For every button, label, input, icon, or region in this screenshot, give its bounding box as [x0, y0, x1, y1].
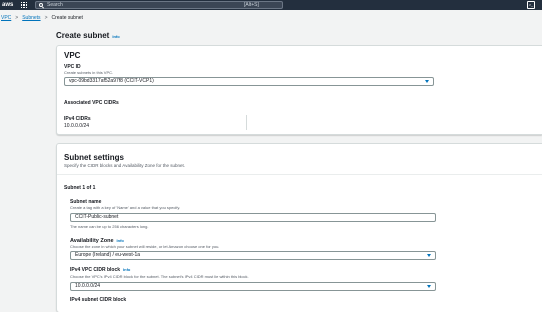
subnet-index: Subnet 1 of 1 [64, 185, 96, 191]
az-info-link[interactable]: Info [117, 238, 124, 243]
az-desc: Choose the zone in which your subnet wil… [70, 244, 220, 249]
subnet-settings-heading: Subnet settings [64, 153, 125, 162]
top-nav-bar: aws Search [Alt+S] >_ [0, 0, 542, 10]
info-link[interactable]: Info [112, 34, 119, 39]
divider [246, 115, 247, 130]
vpc-cidr-select[interactable]: 10.0.0.0/24 [70, 282, 436, 291]
vpc-id-desc: Create subnets in this VPC. [64, 70, 114, 75]
vpc-panel: VPC VPC ID Create subnets in this VPC. v… [56, 45, 542, 135]
vpc-id-value: vpc-09bd3317af52a97f8 (CCIT-VCP1) [69, 78, 154, 84]
ipv4-cidrs-value: 10.0.0.0/24 [64, 123, 90, 129]
aws-logo[interactable]: aws [2, 1, 13, 9]
terminal-icon[interactable]: >_ [527, 1, 535, 9]
assoc-cidrs-label: Associated VPC CIDRs [64, 100, 119, 106]
breadcrumb: VPC > Subnets > Create subnet [1, 14, 83, 22]
subnet-settings-panel: Subnet settings Specify the CIDR blocks … [56, 143, 542, 312]
subnet-name-value: CCIT-Public-subnet [75, 214, 119, 220]
breadcrumb-subnets[interactable]: Subnets [22, 15, 40, 21]
breadcrumb-vpc[interactable]: VPC [1, 15, 11, 21]
page-title-text: Create subnet [56, 31, 110, 40]
vpc-id-select[interactable]: vpc-09bd3317af52a97f8 (CCIT-VCP1) [64, 77, 434, 86]
vpc-heading: VPC [64, 51, 81, 60]
caret-down-icon [427, 285, 431, 288]
page-title: Create subnet Info [56, 31, 120, 42]
search-shortcut: [Alt+S] [244, 2, 259, 8]
grid-icon[interactable] [21, 2, 27, 8]
chevron-right-icon: > [44, 15, 48, 21]
search-placeholder: Search [47, 2, 63, 8]
caret-down-icon [425, 80, 429, 83]
search-input[interactable]: Search [Alt+S] [35, 1, 283, 9]
subnet-name-desc: Create a tag with a key of 'Name' and a … [70, 205, 181, 210]
chevron-right-icon: > [15, 15, 19, 21]
search-icon [39, 2, 43, 7]
subnet-name-input[interactable]: CCIT-Public-subnet [70, 213, 436, 222]
vpc-cidr-info-link[interactable]: Info [123, 267, 130, 272]
breadcrumb-current: Create subnet [51, 15, 83, 21]
subnet-name-hint: The name can be up to 256 characters lon… [70, 224, 149, 229]
vpc-cidr-label-text: IPv4 VPC CIDR block [70, 267, 121, 273]
ipv4-cidrs-label: IPv4 CIDRs [64, 116, 91, 122]
vpc-cidr-label: IPv4 VPC CIDR block Info [70, 267, 130, 273]
az-select[interactable]: Europe (Ireland) / eu-west-1a [70, 251, 436, 260]
subnet-settings-desc: Specify the CIDR blocks and Availability… [64, 163, 185, 168]
vpc-cidr-desc: Choose the VPC's IPv4 CIDR block for the… [70, 274, 249, 279]
vpc-cidr-value: 10.0.0.0/24 [75, 283, 101, 289]
subnet-cidr-label: IPv4 subnet CIDR block [70, 297, 127, 303]
az-value: Europe (Ireland) / eu-west-1a [75, 252, 141, 258]
divider [57, 174, 542, 175]
caret-down-icon [427, 254, 431, 257]
